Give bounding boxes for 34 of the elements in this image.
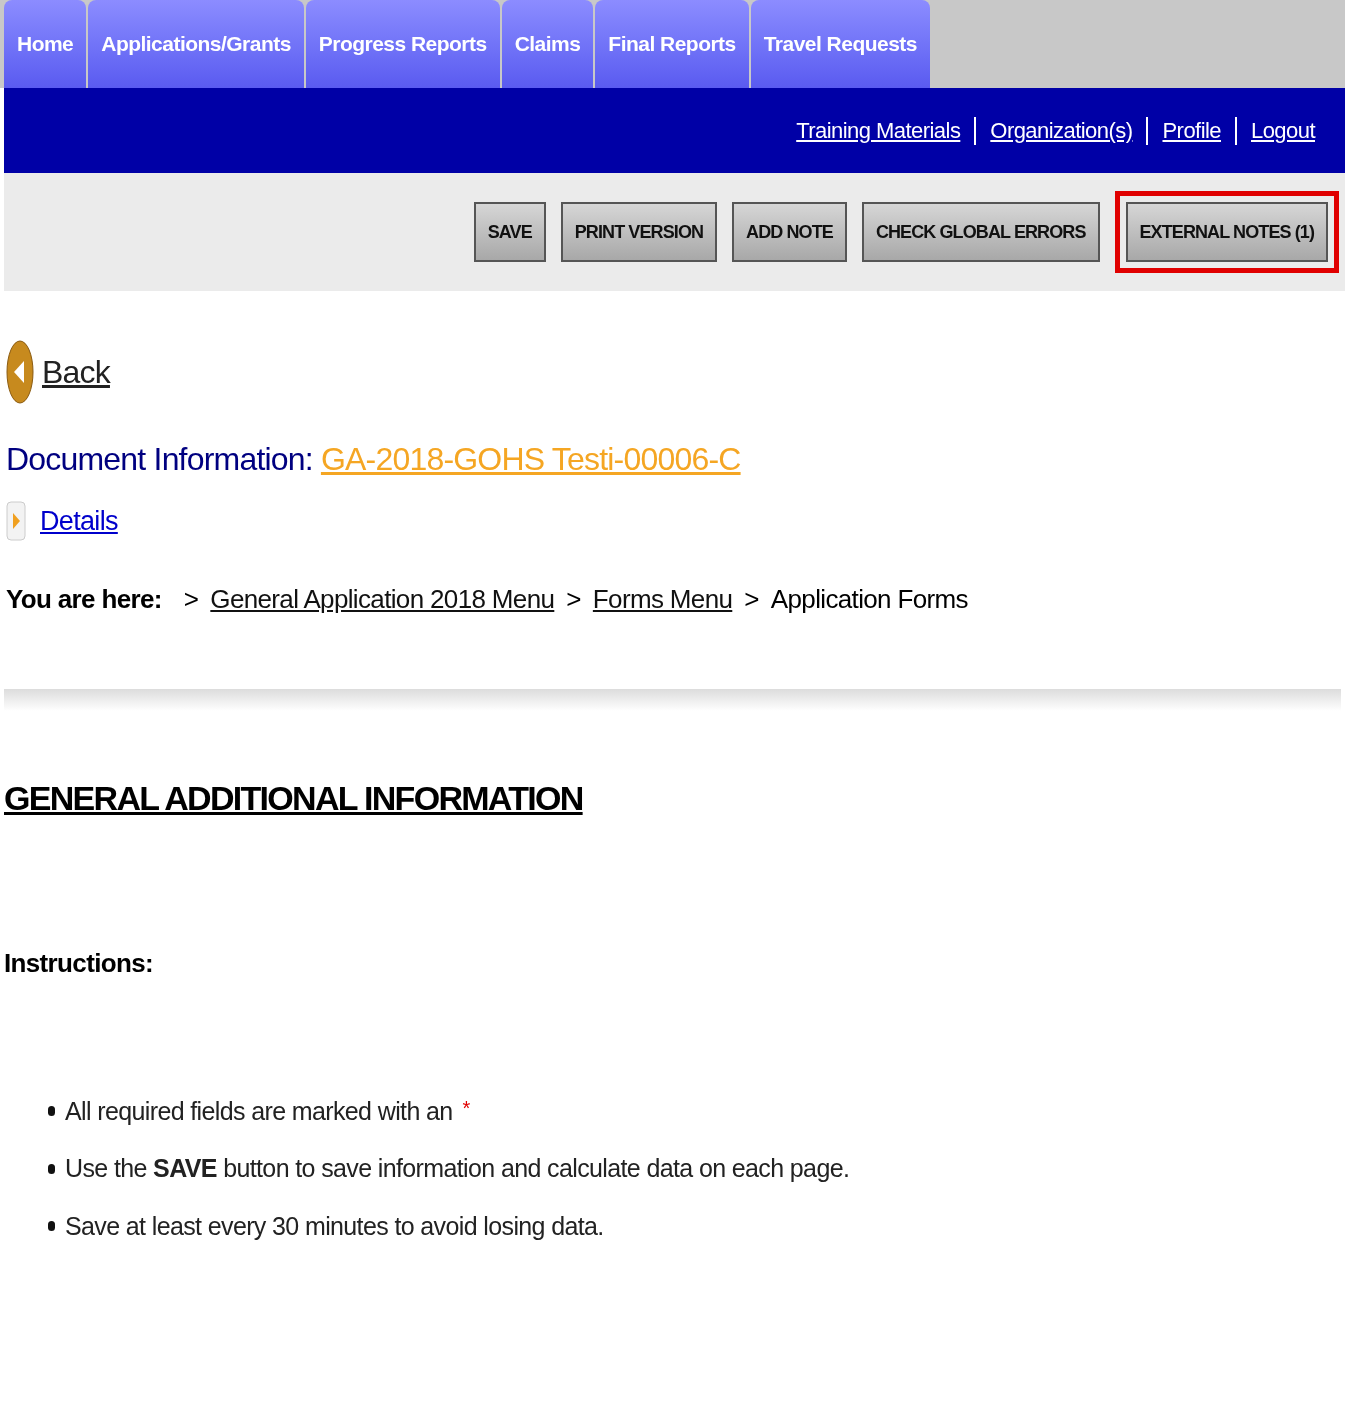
instruction-text: Save at least every 30 minutes to avoid losing data.	[65, 1210, 604, 1242]
toolbar-button[interactable]: EXTERNAL NOTES (1)	[1125, 202, 1328, 262]
bullet-icon	[48, 1106, 55, 1117]
breadcrumb-current: Application Forms	[770, 582, 968, 616]
breadcrumb-link[interactable]: General Application 2018 Menu	[210, 579, 555, 619]
breadcrumb-label: You are here:	[6, 582, 162, 616]
toolbar-button[interactable]: CHECK GLOBAL ERRORS	[861, 202, 1100, 262]
nav-tab[interactable]: Final Reports	[595, 0, 749, 88]
toolbar-button[interactable]: ADD NOTE	[732, 202, 847, 262]
nav-tab[interactable]: Claims	[501, 0, 594, 88]
breadcrumb-link[interactable]: Forms Menu	[592, 579, 733, 619]
header-link[interactable]: Training Materials	[796, 114, 961, 147]
bullet-icon	[48, 1163, 55, 1174]
instruction-text: All required fields are marked with an	[65, 1095, 453, 1127]
breadcrumb-separator: >	[183, 582, 199, 616]
nav-tab[interactable]: Travel Requests	[750, 0, 930, 88]
details-link[interactable]: Details	[40, 501, 118, 542]
required-mark: *	[462, 1095, 470, 1121]
toolbar-button[interactable]: PRINT VERSION	[560, 202, 718, 262]
instruction-text: Use the SAVE button to save information and calculate data on each page.	[65, 1153, 850, 1184]
instructions-title: Instructions:	[4, 946, 154, 980]
header-link[interactable]: Logout	[1251, 114, 1315, 147]
nav-tab[interactable]: Applications/Grants	[88, 0, 304, 88]
document-label: Document Information:	[6, 440, 313, 479]
header-link[interactable]: Profile	[1162, 114, 1221, 147]
breadcrumb-separator: >	[566, 582, 581, 616]
header-link[interactable]: Organization(s)	[990, 114, 1133, 147]
breadcrumb-separator: >	[744, 582, 759, 616]
back-link[interactable]: Back	[42, 348, 110, 396]
section-title: GENERAL ADDITIONAL INFORMATION	[4, 777, 583, 819]
toolbar-button[interactable]: SAVE	[473, 202, 546, 262]
nav-tab[interactable]: Home	[4, 0, 87, 88]
bullet-icon	[48, 1221, 55, 1232]
nav-tab[interactable]: Progress Reports	[305, 0, 500, 88]
